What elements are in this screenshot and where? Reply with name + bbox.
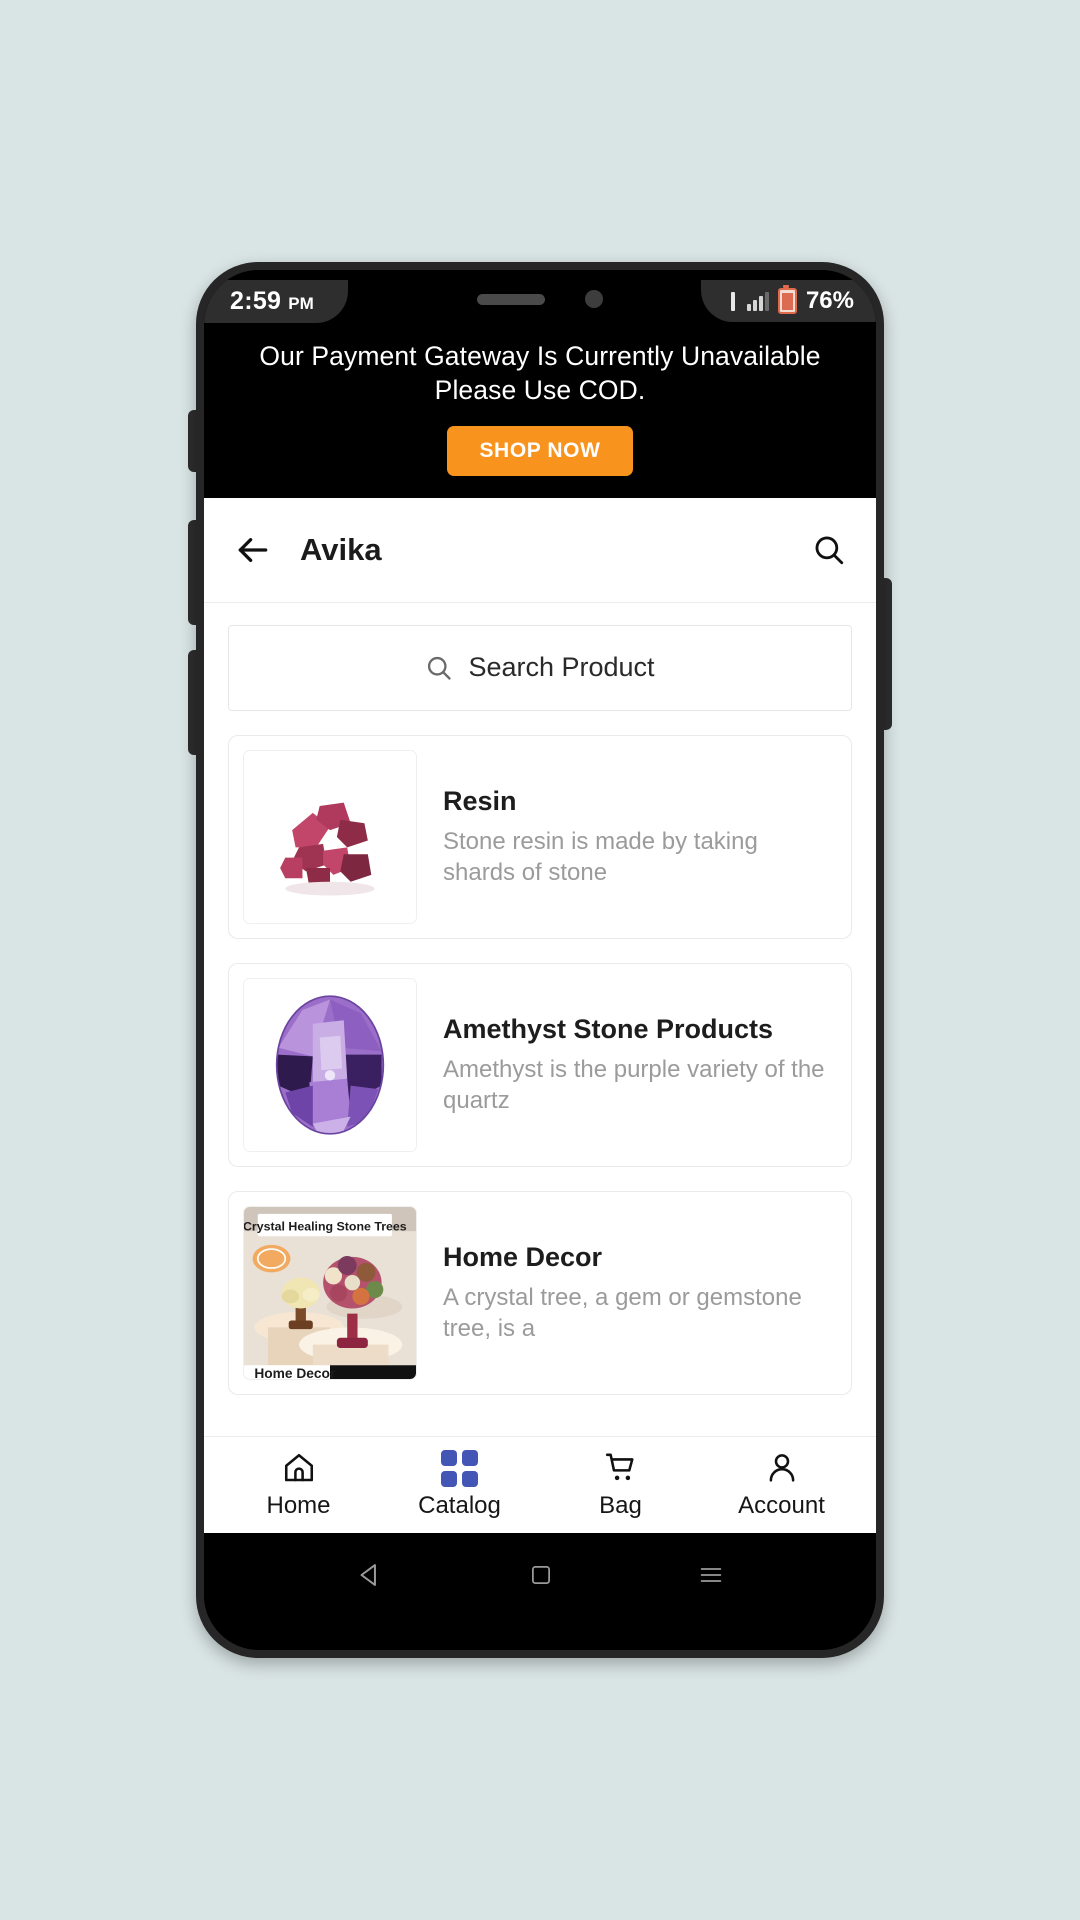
screenshot-stage: 2:59 PM 76% Our Payment Gateway Is Curre… bbox=[0, 0, 1080, 1920]
battery-percent: 76% bbox=[805, 287, 854, 314]
back-arrow-icon[interactable] bbox=[234, 531, 272, 569]
square-home-icon[interactable] bbox=[526, 1560, 556, 1590]
person-icon bbox=[764, 1450, 800, 1487]
product-thumbnail bbox=[243, 977, 417, 1152]
grid-icon bbox=[441, 1449, 478, 1487]
nav-label: Bag bbox=[599, 1491, 642, 1519]
product-title: Resin bbox=[443, 786, 517, 817]
search-input[interactable]: Search Product bbox=[228, 624, 852, 711]
product-title: Home Decor bbox=[443, 1242, 603, 1273]
nav-item-account[interactable]: Account bbox=[733, 1450, 831, 1520]
product-thumbnail bbox=[243, 749, 417, 924]
signal-bars-icon bbox=[746, 291, 769, 311]
battery-icon bbox=[777, 285, 797, 314]
search-placeholder: Search Product bbox=[468, 652, 655, 683]
product-card-resin[interactable]: Resin Stone resin is made by taking shar… bbox=[228, 734, 852, 939]
triangle-back-icon[interactable] bbox=[353, 1558, 387, 1592]
product-card-amethyst-stone-products[interactable]: Amethyst Stone Products Amethyst is the … bbox=[228, 962, 852, 1167]
search-icon bbox=[428, 656, 452, 680]
status-time: 2:59 bbox=[230, 286, 282, 315]
product-description: Amethyst is the purple variety of the qu… bbox=[443, 1056, 825, 1115]
page-title: Avika bbox=[300, 531, 382, 567]
phone-display: 2:59 PM 76% Our Payment Gateway Is Curre… bbox=[204, 270, 876, 1650]
product-description: A crystal tree, a gem or gemstone tree, … bbox=[443, 1284, 802, 1343]
hamburger-recents-icon[interactable] bbox=[695, 1559, 727, 1591]
product-info: Amethyst Stone Products Amethyst is the … bbox=[417, 1013, 837, 1116]
promo-line-2: Please Use COD. bbox=[434, 374, 646, 405]
product-thumbnail: Crystal Healing Stone Trees Home Decor bbox=[243, 1205, 417, 1380]
android-navigation-bar bbox=[204, 1532, 876, 1617]
bottom-navigation: Home Catalog Bag Account bbox=[204, 1435, 876, 1533]
app-bar: Avika bbox=[204, 497, 876, 603]
nav-item-catalog[interactable]: Catalog bbox=[411, 1449, 509, 1520]
crystal-healing-stone-trees-image: Crystal Healing Stone Trees Home Decor bbox=[244, 1206, 416, 1379]
app-screen: Avika Search Product Resin Stone resin i… bbox=[204, 497, 876, 1533]
earpiece-speaker-icon bbox=[477, 293, 545, 305]
nav-label: Catalog bbox=[418, 1491, 501, 1519]
product-card-home-decor[interactable]: Crystal Healing Stone Trees Home Decor H… bbox=[228, 1190, 852, 1395]
phone-frame: 2:59 PM 76% Our Payment Gateway Is Curre… bbox=[196, 262, 884, 1658]
status-indicators: 76% bbox=[700, 280, 876, 322]
shopping-cart-icon bbox=[603, 1450, 639, 1487]
nav-label: Home bbox=[266, 1491, 331, 1519]
nav-item-home[interactable]: Home bbox=[250, 1450, 348, 1520]
promo-line-1: Our Payment Gateway Is Currently Unavail… bbox=[259, 341, 821, 371]
product-info: Home Decor A crystal tree, a gem or gems… bbox=[417, 1241, 837, 1344]
home-icon bbox=[281, 1450, 317, 1487]
nav-item-bag[interactable]: Bag bbox=[572, 1450, 670, 1520]
status-clock: 2:59 PM bbox=[204, 279, 348, 323]
product-info: Resin Stone resin is made by taking shar… bbox=[417, 785, 837, 888]
nav-label: Account bbox=[738, 1491, 825, 1519]
status-ampm: PM bbox=[288, 293, 314, 313]
scroll-content[interactable]: Search Product Resin Stone resin is made… bbox=[204, 602, 876, 1436]
front-camera-icon bbox=[585, 290, 603, 308]
shop-now-button[interactable]: SHOP NOW bbox=[447, 425, 633, 476]
network-bar-icon bbox=[730, 291, 735, 311]
amethyst-oval-gemstone-image bbox=[244, 978, 416, 1151]
image-caption-bottom: Home Decor bbox=[254, 1366, 336, 1379]
product-title: Amethyst Stone Products bbox=[443, 1014, 774, 1045]
status-bar: 2:59 PM 76% bbox=[204, 270, 876, 328]
product-description: Stone resin is made by taking shards of … bbox=[443, 828, 758, 887]
promo-banner: Our Payment Gateway Is Currently Unavail… bbox=[204, 328, 876, 498]
resin-stone-chunks-image bbox=[244, 750, 416, 923]
image-caption-top: Crystal Healing Stone Trees bbox=[244, 1219, 407, 1233]
search-icon[interactable] bbox=[812, 533, 846, 567]
